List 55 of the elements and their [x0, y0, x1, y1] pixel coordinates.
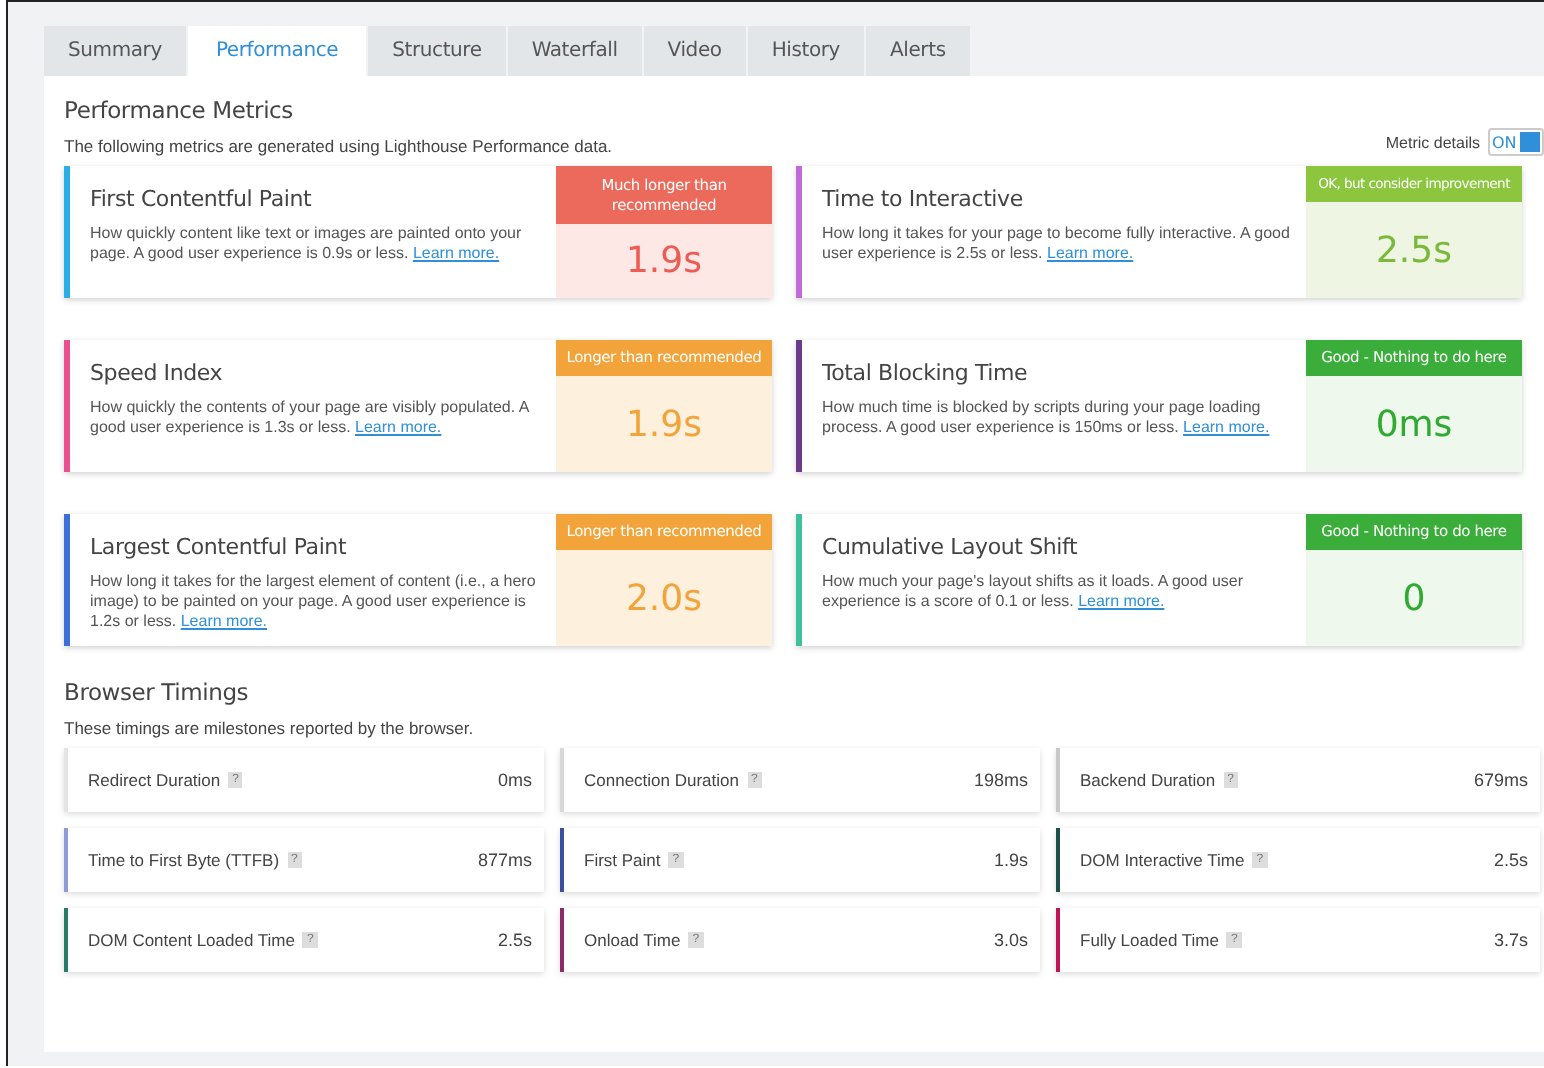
- tab[interactable]: History: [747, 26, 865, 76]
- metric-description: How quickly content like text or images are painted onto your page. A good user experience is 0.9s or less. Learn more.: [90, 224, 524, 264]
- timing-value: 198ms: [973, 770, 1028, 790]
- section-title: Browser Timings: [64, 678, 251, 706]
- tab[interactable]: Summary: [44, 26, 186, 76]
- tab[interactable]: Alerts: [866, 26, 970, 76]
- section-description: These timings are milestones reported by the browser.: [64, 718, 476, 738]
- metric-title: First Contentful Paint: [90, 186, 314, 212]
- metric-description: How long it takes for the largest element of content (i.e., a hero image) to be painted on your page. A good user experience is 1.2s or less. Learn more.: [90, 572, 538, 632]
- section-description: The following metrics are generated using Lighthouse Performance data.: [64, 136, 613, 156]
- metric-description: How quickly the contents of your page are visibly populated. A good user experience is 1.3s or less. Learn more.: [90, 398, 532, 438]
- metric-value: 1.9s: [623, 401, 704, 449]
- timing-value: 3.0s: [993, 930, 1028, 950]
- metric-title: Largest Contentful Paint: [90, 534, 349, 560]
- timing-label: DOM Content Loaded Time: [88, 930, 295, 950]
- learn-more-link[interactable]: Learn more.: [1047, 244, 1134, 262]
- learn-more-link[interactable]: Learn more.: [1078, 592, 1165, 610]
- metric-value: 2.5s: [1373, 227, 1454, 275]
- timing-label: Redirect Duration: [88, 770, 221, 790]
- metric-description: How much time is blocked by scripts during your page loading process. A good user experience is 150ms or less. Learn more.: [822, 398, 1272, 438]
- section-title: Performance Metrics: [64, 96, 295, 124]
- tab[interactable]: Structure: [368, 26, 506, 76]
- metric-title: Total Blocking Time: [822, 360, 1030, 386]
- timing-value: 2.5s: [1493, 850, 1528, 870]
- timing-value: 2.5s: [497, 930, 532, 950]
- metric-title: Cumulative Layout Shift: [822, 534, 1080, 560]
- timing-value: 0ms: [497, 770, 532, 790]
- timing-label: DOM Interactive Time: [1080, 850, 1245, 870]
- timing-value: 679ms: [1473, 770, 1528, 790]
- metric-value: 0: [1400, 575, 1428, 623]
- timing-label: Onload Time: [584, 930, 681, 950]
- timing-value: 877ms: [477, 850, 532, 870]
- metric-description: How long it takes for your page to become fully interactive. A good user experience is 2.5s or less. Learn more.: [822, 224, 1292, 264]
- timing-label: Backend Duration: [1080, 770, 1216, 790]
- learn-more-link[interactable]: Learn more.: [180, 612, 267, 630]
- metric-value: 1.9s: [623, 238, 704, 286]
- learn-more-link[interactable]: Learn more.: [1183, 418, 1270, 436]
- timing-label: First Paint: [584, 850, 661, 870]
- tab[interactable]: Performance: [187, 26, 367, 76]
- learn-more-link[interactable]: Learn more.: [412, 244, 500, 262]
- timing-value: 1.9s: [993, 850, 1028, 870]
- timing-label: Fully Loaded Time: [1080, 930, 1219, 950]
- tab[interactable]: Waterfall: [507, 26, 642, 76]
- learn-more-link[interactable]: Learn more.: [355, 418, 442, 436]
- metric-value: 0ms: [1373, 401, 1455, 449]
- toggle-switch[interactable]: ON: [1488, 128, 1544, 156]
- metric-title: Time to Interactive: [822, 186, 1025, 212]
- timing-label: Time to First Byte (TTFB): [88, 850, 280, 870]
- tab[interactable]: Video: [643, 26, 746, 76]
- metric-title: Speed Index: [90, 360, 225, 386]
- timing-value: 3.7s: [1493, 930, 1528, 950]
- metric-value: 2.0s: [623, 575, 704, 623]
- toggle-label: Metric details: [1385, 133, 1480, 151]
- timing-label: Connection Duration: [584, 770, 739, 790]
- metric-description: How much your page's layout shifts as it loads. A good user experience is a score of 0.1 or less. Learn more.: [822, 572, 1246, 612]
